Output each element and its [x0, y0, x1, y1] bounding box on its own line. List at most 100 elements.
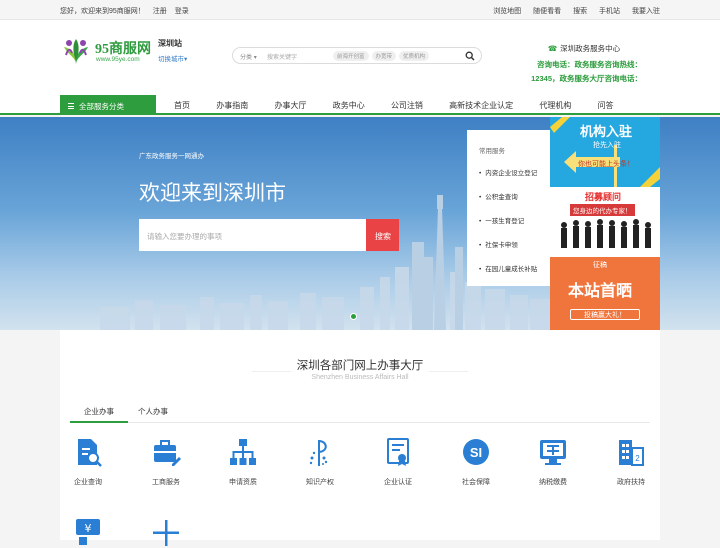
ad1-title: 机构入驻	[580, 124, 633, 139]
all-categories-button[interactable]: 全部服务分类	[60, 95, 156, 115]
ad1-sub2: 你也可能上头条！	[578, 161, 634, 168]
nav-item-center[interactable]: 政务中心	[333, 100, 365, 111]
service-gov-support[interactable]: 2 政府扶持	[601, 436, 661, 487]
yuan-payment-icon: ¥	[76, 519, 100, 545]
more-services-button[interactable]	[136, 516, 196, 548]
ad3-sub: 投稿赢大礼！	[570, 309, 640, 320]
search-tag[interactable]: 优质机构	[399, 51, 430, 61]
ad2-sub: 您身边的代办专家！	[570, 204, 635, 216]
ad-column: 机构入驻 抢先入驻 你也可能上头条！ 招募顾问 您身边的代办专家！ 征稿 本站首…	[550, 117, 660, 330]
hotline-title: 深圳政务服务中心	[560, 44, 621, 53]
nav-item-hitech[interactable]: 高新技术企业认定	[449, 100, 513, 111]
service-item[interactable]: 内资企业设立登记	[479, 167, 551, 177]
service-label: 政府扶持	[617, 479, 645, 486]
ad1-sub1: 抢先入驻	[593, 142, 621, 149]
nav-item-home[interactable]: 首页	[174, 100, 190, 111]
service-label: 申请资质	[229, 479, 257, 486]
nav-item-hall[interactable]: 办事大厅	[274, 100, 306, 111]
nav-item-qa[interactable]: 问答	[598, 100, 614, 111]
site-name: 深圳站	[158, 39, 182, 48]
building-icon: 2	[619, 440, 644, 466]
nav-item-guide[interactable]: 办事指南	[216, 100, 248, 111]
search-box: 分类 ▾ 搜索关键字 前海开创富 办宽带 优质机构	[232, 47, 482, 64]
service-certification[interactable]: 企业认证	[368, 436, 428, 487]
logo-text: 95商服网	[95, 42, 151, 57]
svg-text:2: 2	[635, 454, 640, 463]
svg-text:¥: ¥	[85, 522, 92, 535]
service-tax[interactable]: 纳税缴费	[523, 436, 583, 487]
service-item[interactable]: 社保卡申领	[479, 239, 551, 249]
tab-enterprise[interactable]: 企业办事	[70, 406, 128, 423]
register-link[interactable]: 注册	[153, 8, 167, 15]
caret-down-icon: ▾	[184, 56, 188, 63]
sitemap-link[interactable]: 浏览地图	[493, 8, 521, 15]
tab-personal[interactable]: 个人办事	[128, 406, 178, 423]
menu-icon	[68, 103, 74, 109]
join-link[interactable]: 我要入驻	[632, 8, 660, 15]
search-tag[interactable]: 办宽带	[371, 51, 397, 61]
service-label: 知识产权	[306, 479, 334, 486]
site-selector: 深圳站 切换城市▾	[158, 38, 187, 63]
ip-icon	[309, 440, 328, 466]
nav-item-deregister[interactable]: 公司注销	[391, 100, 423, 111]
ad3-small: 征稿	[593, 262, 607, 269]
logo-url: www.95ye.com	[96, 56, 140, 63]
search-link[interactable]: 搜索	[573, 8, 587, 15]
banner-heading: 欢迎来到深圳市	[139, 182, 286, 205]
login-link[interactable]: 登录	[175, 8, 189, 15]
plus-icon	[153, 520, 179, 546]
services-panel-title: 常用服务	[479, 148, 505, 155]
ad-submission-banner[interactable]: 征稿 本站首晒 投稿赢大礼！	[550, 257, 660, 330]
service-item[interactable]: 一孩生育登记	[479, 215, 551, 225]
service-business[interactable]: 工商服务	[136, 436, 196, 487]
org-chart-icon	[230, 439, 256, 465]
service-social-security[interactable]: SI 社会保障	[446, 436, 506, 487]
mobile-site-link[interactable]: 手机站	[599, 8, 620, 15]
search-input[interactable]: 搜索关键字	[267, 52, 297, 61]
document-search-icon	[78, 439, 102, 467]
service-label: 社会保障	[462, 479, 490, 486]
service-enterprise-query[interactable]: 企业查询	[58, 436, 118, 487]
search-category-select[interactable]: 分类 ▾	[240, 52, 257, 61]
service-fee-payment[interactable]: ¥	[58, 516, 118, 548]
switch-city-link[interactable]: 切换城市▾	[158, 53, 187, 63]
banner-search-input[interactable]: 请输入您要办理的事项	[139, 219, 366, 251]
main-nav: 全部服务分类 首页 办事指南 办事大厅 政务中心 公司注销 高新技术企业认定 代…	[0, 95, 720, 115]
greeting-text: 您好，欢迎来到95商服网！	[60, 8, 145, 15]
service-item[interactable]: 公积金查询	[479, 191, 551, 201]
service-qualification[interactable]: 申请资质	[213, 436, 273, 487]
nav-item-agency[interactable]: 代理机构	[539, 100, 571, 111]
hotline-block: ☎ 深圳政务服务中心 咨询电话：政务服务咨询热线： 12345，政务服务大厅咨询电…	[526, 43, 642, 84]
hall-title: 深圳各部门网上办事大厅	[60, 357, 660, 373]
search-tag[interactable]: 前海开创富	[333, 51, 369, 61]
tax-monitor-icon	[540, 440, 566, 465]
business-hall-section: 深圳各部门网上办事大厅 Shenzhen Business Affairs Ha…	[58, 330, 661, 546]
phone-icon: ☎	[547, 44, 558, 53]
search-icon[interactable]	[465, 51, 475, 61]
service-item[interactable]: 在园儿童成长补贴	[479, 263, 551, 273]
carousel-dot[interactable]	[350, 313, 357, 320]
service-label: 企业查询	[74, 479, 102, 486]
service-label: 企业认证	[384, 479, 412, 486]
common-services-panel: 常用服务 内资企业设立登记 公积金查询 一孩生育登记 社保卡申领 在园儿童成长补…	[467, 130, 551, 286]
hotline-line-1: 咨询电话：政务服务咨询热线：	[537, 60, 642, 69]
hall-tabs: 企业办事 个人办事	[70, 406, 650, 423]
service-label: 纳税缴费	[539, 479, 567, 486]
ad-recruit-banner[interactable]: 招募顾问 您身边的代办专家！	[550, 187, 660, 257]
chevron-down-icon: ▾	[253, 55, 257, 61]
ad-join-banner[interactable]: 机构入驻 抢先入驻 你也可能上头条！	[550, 117, 660, 187]
ad3-title: 本站首晒	[568, 283, 633, 300]
top-bar: 您好，欢迎来到95商服网！ 注册 登录 浏览地图 随便看看 搜索 手机站 我要入…	[0, 0, 720, 20]
certificate-icon	[387, 438, 409, 466]
header: 95商服网 www.95ye.com 深圳站 切换城市▾ 分类 ▾ 搜索关键字 …	[0, 20, 720, 95]
service-ip[interactable]: 知识产权	[290, 436, 350, 487]
service-label: 工商服务	[152, 479, 180, 486]
browse-link[interactable]: 随便看看	[533, 8, 561, 15]
search-tags: 前海开创富 办宽带 优质机构	[333, 51, 432, 61]
hall-subtitle: Shenzhen Business Affairs Hall	[311, 374, 409, 381]
svg-text:SI: SI	[470, 445, 482, 460]
social-security-icon: SI	[463, 439, 489, 465]
banner-subtitle: 广东政务服务一网通办	[139, 153, 204, 160]
banner-search-button[interactable]: 搜索	[366, 219, 399, 251]
site-logo[interactable]: 95商服网 www.95ye.com	[60, 35, 160, 75]
